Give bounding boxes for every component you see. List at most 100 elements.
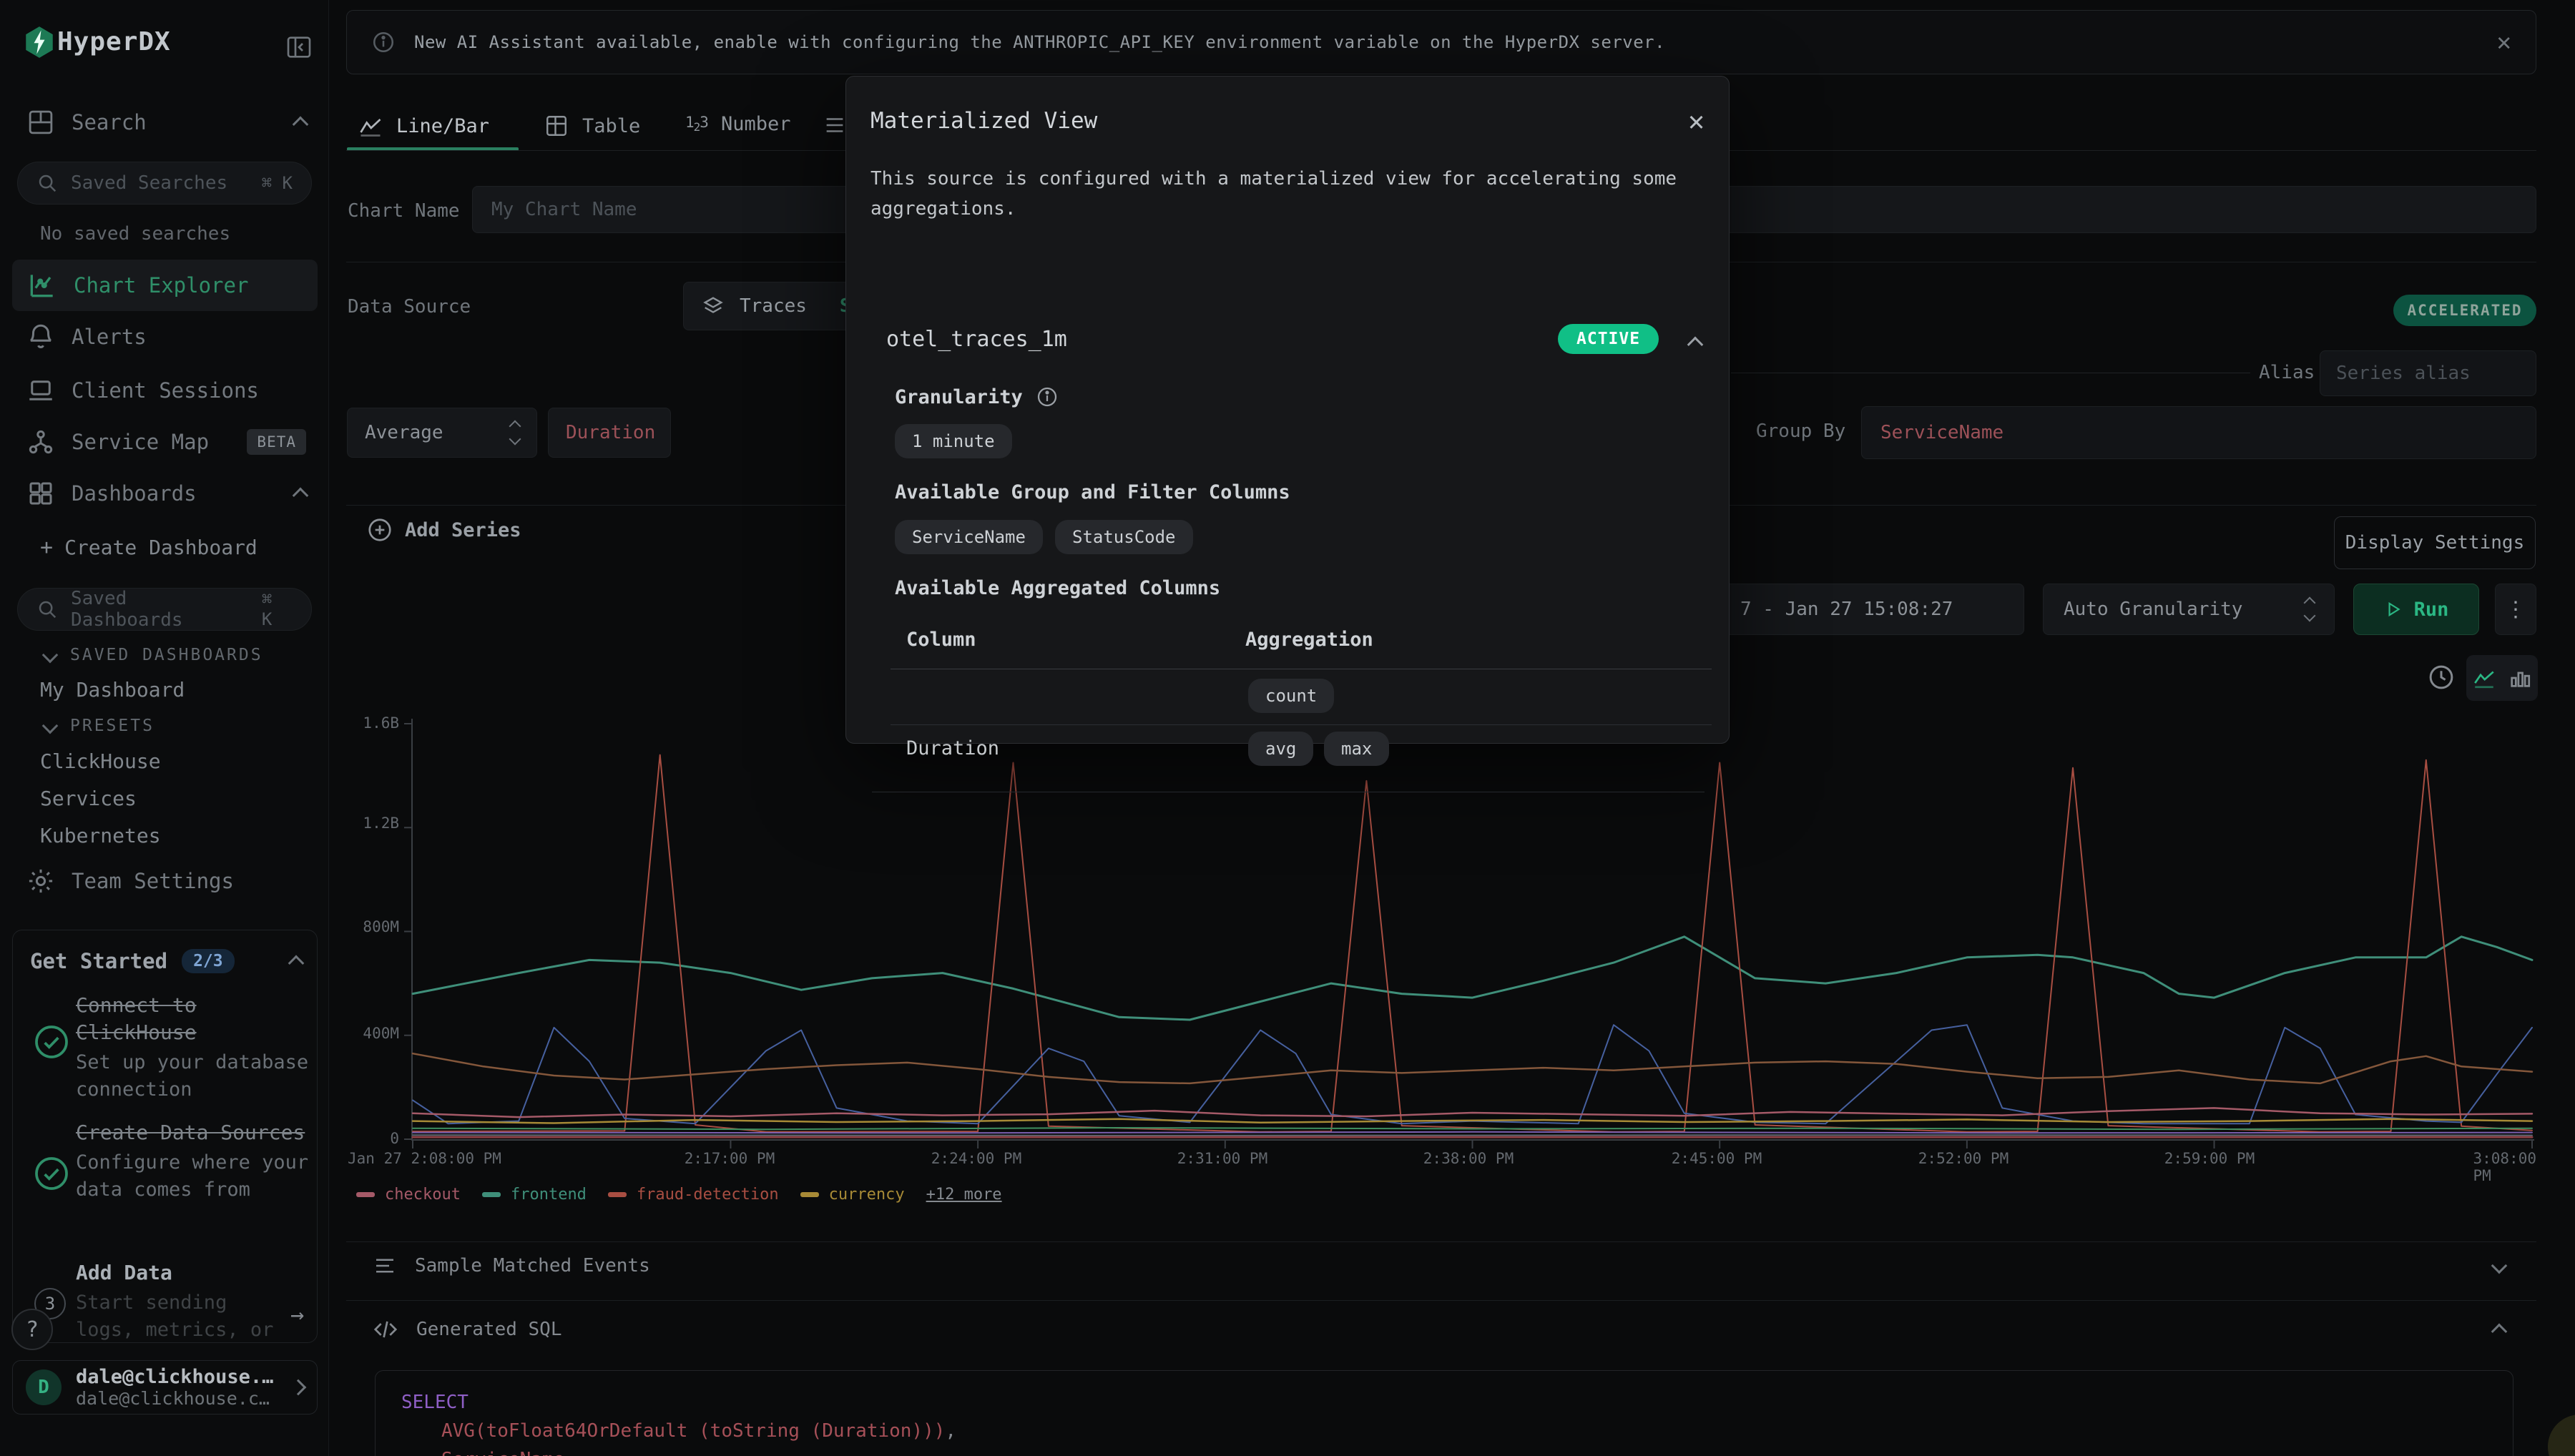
chart-name-placeholder: My Chart Name (491, 199, 637, 220)
tab-table[interactable]: Table (544, 113, 640, 139)
sidebar-item-team-settings[interactable]: Team Settings (26, 863, 306, 899)
sql-code-block[interactable]: SELECT AVG(toFloat64OrDefault (toString … (375, 1370, 2513, 1456)
field-input[interactable]: Duration (548, 408, 671, 458)
x-axis-tick-label: 2:31:00 PM (1177, 1150, 1267, 1167)
sidebar-item-label: Chart Explorer (74, 273, 248, 297)
saved-searches-placeholder: Saved Searches (71, 172, 227, 194)
sidebar-item-services[interactable]: Services (40, 787, 137, 810)
sidebar-item-kubernetes[interactable]: Kubernetes (40, 824, 161, 847)
plus-icon: + (40, 535, 53, 560)
create-dashboard-button[interactable]: + Create Dashboard (40, 535, 258, 560)
sidebar-item-chart-explorer[interactable]: Chart Explorer (12, 260, 318, 311)
x-axis-tick-label: 2:24:00 PM (931, 1150, 1021, 1167)
presets-header[interactable]: PRESETS (44, 717, 154, 735)
aggregation-value: Average (365, 422, 443, 443)
legend-item[interactable]: frontend (482, 1186, 587, 1204)
group-by-label: Group By (1756, 420, 1845, 442)
nav-group-search-label: Search (72, 110, 147, 134)
select-chevrons-icon (2305, 599, 2314, 620)
sidebar-item-alerts[interactable]: Alerts (26, 319, 306, 355)
legend-swatch (800, 1192, 819, 1197)
y-axis-tick-label: 1.6B (315, 714, 399, 732)
tab-line-bar[interactable]: Line/Bar (358, 113, 489, 139)
legend-label: currency (829, 1186, 905, 1204)
y-axis-tick-label: 0 (315, 1130, 399, 1147)
get-started-item[interactable]: Connect to ClickHouse Set up your databa… (76, 992, 312, 1103)
clock-icon[interactable] (2426, 662, 2456, 692)
group-by-input[interactable]: ServiceName (1861, 406, 2536, 459)
view-status-row: ACTIVE (1558, 324, 1701, 354)
field-value: Duration (566, 422, 655, 443)
question-mark-icon: ? (26, 1317, 39, 1342)
saved-searches-input[interactable]: Saved Searches ⌘ K (17, 162, 312, 205)
check-circle-icon (31, 1022, 72, 1062)
get-started-item-title: Connect to ClickHouse (76, 992, 312, 1046)
user-menu[interactable]: D dale@clickhouse.… dale@clickhouse.c… (12, 1360, 318, 1415)
help-button[interactable]: ? (11, 1309, 53, 1350)
nav-group-search[interactable]: Search (26, 104, 306, 140)
search-icon (36, 599, 58, 620)
x-axis-tick-label: 2:59:00 PM (2164, 1150, 2255, 1167)
alias-input[interactable]: Series alias (2320, 350, 2536, 396)
tab-number[interactable]: 123 Number (685, 113, 791, 135)
saved-dashboards-header[interactable]: SAVED DASHBOARDS (44, 646, 263, 664)
app-title: HyperDX (57, 27, 171, 56)
sidebar-item-label: Team Settings (72, 869, 234, 893)
sidebar-item-service-map[interactable]: Service Map BETA (26, 424, 306, 460)
legend-more-link[interactable]: +12 more (926, 1186, 1002, 1204)
chart-name-label: Chart Name (348, 200, 460, 222)
get-started-title: Get Started (30, 949, 167, 973)
modal-close-icon[interactable]: ✕ (1688, 105, 1705, 137)
arrow-right-icon[interactable]: → (290, 1301, 304, 1328)
add-series-button[interactable]: Add Series (366, 516, 521, 543)
granularity-chip: 1 minute (895, 424, 1012, 458)
banner-close-icon[interactable]: ✕ (2497, 30, 2511, 54)
x-axis-tick-label: 2:17:00 PM (685, 1150, 775, 1167)
info-icon[interactable] (1036, 385, 1059, 408)
run-button[interactable]: Run (2353, 584, 2479, 635)
granularity-select[interactable]: Auto Granularity (2043, 584, 2335, 635)
more-options-button[interactable]: ⋮ (2495, 584, 2536, 635)
get-started-item[interactable]: Create Data Sources Configure where your… (76, 1119, 312, 1204)
chevron-up-icon (293, 117, 309, 133)
bell-icon (26, 322, 56, 352)
legend-item[interactable]: fraud-detection (608, 1186, 779, 1204)
get-started-item[interactable]: Add Data Start sending logs, metrics, or… (76, 1259, 290, 1343)
aggregation-select[interactable]: Average (347, 408, 537, 458)
sidebar-item-dashboards[interactable]: Dashboards (26, 476, 306, 511)
x-axis-tick-label: 2:38:00 PM (1423, 1150, 1514, 1167)
aggregated-columns-label: Available Aggregated Columns (895, 577, 1220, 599)
saved-dashboards-input[interactable]: Saved Dashboards ⌘ K (17, 588, 312, 631)
user-email: dale@clickhouse.c… (76, 1388, 278, 1409)
sidebar-item-my-dashboard[interactable]: My Dashboard (40, 678, 185, 702)
chart-svg[interactable] (411, 719, 2536, 1159)
x-axis-tick-label: 3:08:00 PM (2473, 1150, 2536, 1184)
table-row-divider (891, 724, 1712, 725)
legend-item[interactable]: checkout (356, 1186, 461, 1204)
granularity-row: Granularity (895, 385, 1059, 408)
tab-events-partial[interactable] (823, 113, 847, 137)
chevron-up-icon[interactable] (1687, 337, 1704, 353)
line-chart-toggle-icon[interactable] (2472, 666, 2496, 690)
search-section-icon (26, 107, 56, 137)
legend-item[interactable]: currency (800, 1186, 905, 1204)
sql-comma: , (945, 1420, 956, 1442)
sidebar-item-clickhouse[interactable]: ClickHouse (40, 749, 161, 773)
sidebar-item-label: Service Map (72, 430, 209, 454)
view-name: otel_traces_1m (886, 327, 1067, 352)
modal-title: Materialized View (870, 108, 1097, 134)
chevron-up-icon[interactable] (288, 955, 305, 972)
data-source-label: Data Source (348, 296, 471, 318)
bar-chart-toggle-icon[interactable] (2508, 666, 2532, 690)
sidebar-item-label: Dashboards (72, 481, 197, 506)
sidebar-collapse-icon[interactable] (285, 33, 313, 62)
sql-keyword: SELECT (401, 1392, 469, 1413)
generated-sql-panel-header[interactable]: Generated SQL (372, 1316, 2525, 1343)
sample-events-panel-header[interactable]: Sample Matched Events (372, 1253, 2525, 1279)
sidebar-item-client-sessions[interactable]: Client Sessions (26, 373, 306, 408)
tab-label: Table (582, 115, 640, 137)
display-settings-button[interactable]: Display Settings (2334, 516, 2536, 569)
get-started-progress-badge: 2/3 (182, 949, 235, 973)
date-range-input[interactable]: 7 - Jan 27 15:08:27 (1681, 584, 2024, 635)
chat-bubble-button[interactable] (2548, 1415, 2575, 1456)
